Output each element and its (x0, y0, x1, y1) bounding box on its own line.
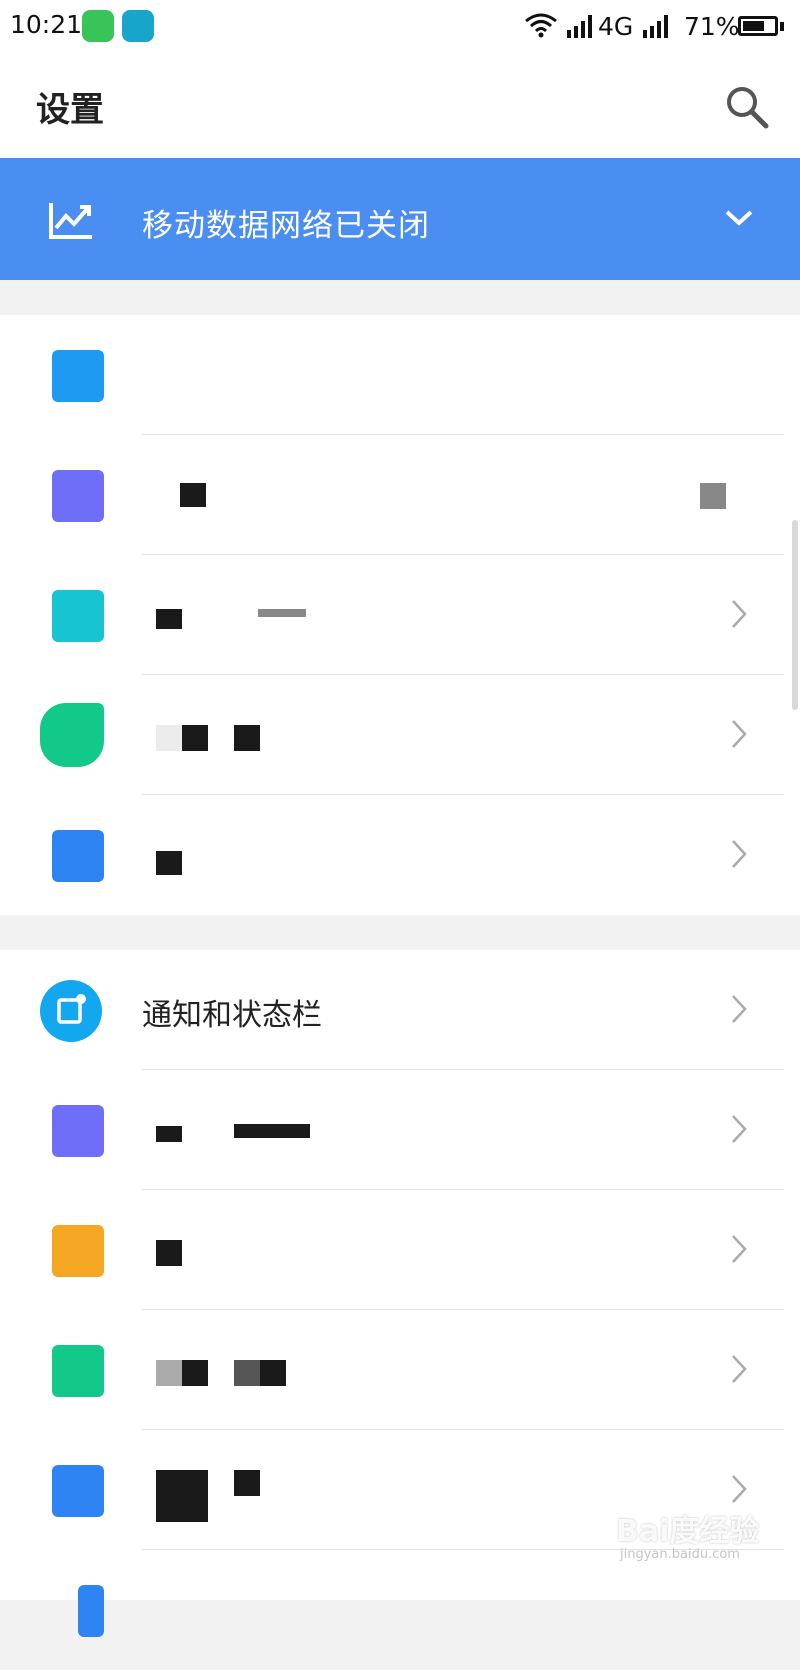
cell-signal-icon-2 (643, 15, 668, 38)
chevron-right-icon (732, 995, 747, 1023)
redacted-label-2 (182, 725, 208, 751)
settings-row-4[interactable] (0, 675, 800, 795)
chevron-right-icon (732, 840, 747, 868)
settings-row-3[interactable] (0, 555, 800, 675)
settings-row-8[interactable] (0, 1190, 800, 1310)
app-notification-icon (82, 10, 114, 42)
redacted-label-2 (234, 1124, 310, 1138)
redacted-label-2 (258, 609, 306, 617)
status-time: 10:21 (10, 10, 83, 39)
setting-icon (52, 1225, 104, 1277)
search-icon[interactable] (722, 82, 772, 132)
notification-icon (40, 980, 102, 1042)
redacted-label (180, 483, 206, 507)
redacted-label-3 (234, 725, 260, 751)
setting-icon (40, 703, 104, 767)
battery-icon (738, 16, 778, 36)
network-type: 4G (598, 12, 634, 41)
redacted-label (156, 725, 182, 751)
redacted-label (156, 1360, 182, 1386)
chevron-right-icon (732, 1235, 747, 1263)
app-notification-icon-2 (122, 10, 154, 42)
chevron-down-icon[interactable] (724, 208, 754, 228)
chevron-right-icon (732, 600, 747, 628)
scrollbar-thumb[interactable] (792, 520, 798, 710)
watermark-logo: Bai度经验 (616, 1514, 760, 1549)
redacted-label-3 (234, 1360, 260, 1386)
settings-row-2[interactable] (0, 435, 800, 555)
settings-row-7[interactable] (0, 1070, 800, 1190)
setting-icon (52, 470, 104, 522)
redacted-label (156, 1126, 182, 1142)
redacted-label (156, 609, 182, 629)
settings-section-1 (0, 315, 800, 915)
settings-row-11[interactable] (0, 1550, 800, 1670)
settings-row-9[interactable] (0, 1310, 800, 1430)
setting-icon (52, 830, 104, 882)
battery-percent: 71% (684, 12, 740, 41)
redacted-value (700, 483, 726, 509)
wifi-icon (525, 13, 557, 38)
row-label-notifications: 通知和状态栏 (142, 998, 322, 1033)
redacted-label (156, 851, 182, 875)
title-bar (0, 56, 800, 158)
chevron-right-icon (732, 1355, 747, 1383)
watermark-url: jingyan.baidu.com (620, 1547, 740, 1562)
redacted-label-2 (182, 1360, 208, 1386)
redacted-label (156, 1240, 182, 1266)
settings-section-2: 通知和状态栏 (0, 950, 800, 1637)
setting-icon (52, 590, 104, 642)
chevron-right-icon (732, 720, 747, 748)
settings-row-1[interactable] (0, 315, 800, 435)
setting-icon (52, 1465, 104, 1517)
battery-level (743, 21, 764, 31)
chevron-right-icon (732, 1475, 747, 1503)
settings-row-5[interactable] (0, 795, 800, 915)
settings-row-notifications[interactable]: 通知和状态栏 (0, 950, 800, 1070)
setting-icon (78, 1585, 104, 1637)
redacted-label-2 (234, 1470, 260, 1496)
redacted-label-4 (260, 1360, 286, 1386)
setting-icon (52, 1105, 104, 1157)
chevron-right-icon (732, 1115, 747, 1143)
trend-chart-icon (49, 203, 92, 239)
status-bar (0, 0, 800, 56)
setting-icon (52, 350, 104, 402)
cell-signal-icon (567, 15, 592, 38)
redacted-label (156, 1470, 208, 1522)
setting-icon (52, 1345, 104, 1397)
banner-text: 移动数据网络已关闭 (142, 208, 430, 244)
battery-nub (780, 22, 784, 31)
page-title: 设置 (36, 90, 104, 130)
